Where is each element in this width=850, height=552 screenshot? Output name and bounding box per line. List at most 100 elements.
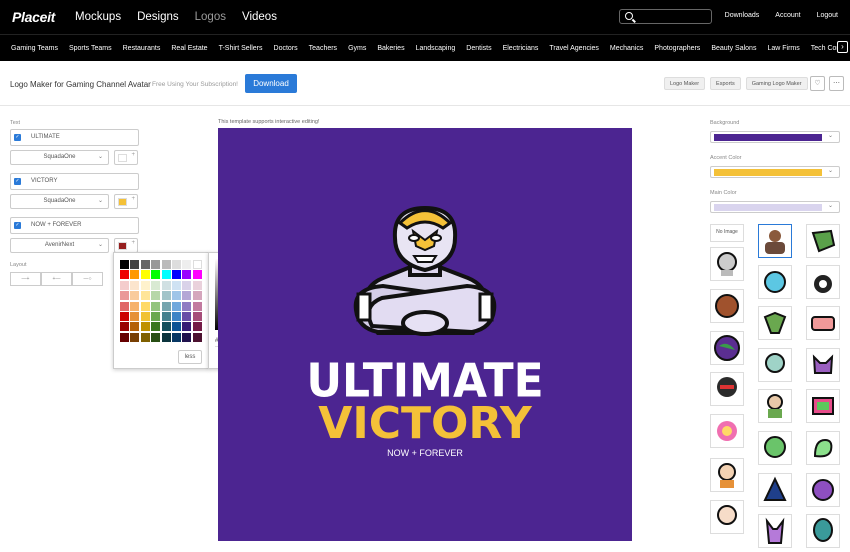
palette-swatch[interactable] <box>192 301 202 311</box>
category-link[interactable]: Mechanics <box>610 45 643 52</box>
mascot-thumbnail[interactable] <box>806 431 840 465</box>
mascot-thumbnail[interactable] <box>758 224 792 258</box>
category-link[interactable]: Gaming Teams <box>11 45 58 52</box>
category-link[interactable]: Photographers <box>654 45 700 52</box>
palette-swatch[interactable] <box>192 311 202 321</box>
mascot-thumbnail[interactable] <box>710 458 744 492</box>
tag-link[interactable]: Logo Maker <box>664 77 706 90</box>
mascot-thumbnail[interactable] <box>710 289 744 323</box>
mascot-thumbnail[interactable] <box>758 389 792 423</box>
palette-swatch[interactable] <box>182 270 192 280</box>
palette-swatch[interactable] <box>192 260 202 269</box>
palette-swatch[interactable] <box>161 260 171 269</box>
mascot-thumbnail[interactable] <box>758 514 792 548</box>
palette-swatch[interactable] <box>130 311 140 321</box>
palette-swatch[interactable] <box>171 301 181 311</box>
share-button[interactable]: ⋯ <box>829 76 844 91</box>
palette-swatch[interactable] <box>171 322 181 332</box>
palette-swatch[interactable] <box>140 301 150 311</box>
favorite-button[interactable]: ♡ <box>810 76 825 91</box>
palette-swatch[interactable] <box>140 311 150 321</box>
checkbox-icon[interactable]: ✓ <box>14 178 21 185</box>
palette-swatch[interactable] <box>182 332 192 342</box>
palette-swatch[interactable] <box>161 291 171 301</box>
font-select-1[interactable]: SquadaOne ⌄ <box>10 150 109 165</box>
font-select-3[interactable]: AvenirNext ⌄ <box>10 238 109 253</box>
category-link[interactable]: Landscaping <box>416 45 456 52</box>
category-link[interactable]: Real Estate <box>171 45 207 52</box>
palette-swatch[interactable] <box>171 291 181 301</box>
palette-swatch[interactable] <box>192 270 202 280</box>
category-link[interactable]: Travel Agencies <box>549 45 599 52</box>
mascot-thumbnail[interactable] <box>758 265 792 299</box>
palette-swatch[interactable] <box>182 301 192 311</box>
mascot-thumbnail[interactable] <box>710 414 744 448</box>
download-button[interactable]: Download <box>245 74 297 93</box>
palette-swatch[interactable] <box>140 270 150 280</box>
mascot-thumbnail[interactable] <box>758 473 792 507</box>
palette-swatch[interactable] <box>140 260 150 269</box>
palette-swatch[interactable] <box>120 270 129 280</box>
palette-swatch[interactable] <box>151 311 161 321</box>
palette-swatch[interactable] <box>192 280 202 290</box>
text-line-1-input[interactable]: ✓ ULTIMATE <box>10 129 139 146</box>
nav-mockups[interactable]: Mockups <box>75 11 121 23</box>
mascot-thumbnail[interactable] <box>806 473 840 507</box>
palette-swatch[interactable] <box>130 280 140 290</box>
palette-swatch[interactable] <box>130 291 140 301</box>
category-link[interactable]: T-Shirt Sellers <box>219 45 263 52</box>
checkbox-icon[interactable]: ✓ <box>14 222 21 229</box>
palette-swatch[interactable] <box>161 301 171 311</box>
tag-link[interactable]: Esports <box>710 77 741 90</box>
mascot-thumbnail[interactable] <box>806 224 840 258</box>
color-swatch-1[interactable]: + <box>114 150 138 165</box>
palette-swatch[interactable] <box>192 322 202 332</box>
category-link[interactable]: Gyms <box>348 45 366 52</box>
palette-swatch[interactable] <box>182 291 192 301</box>
category-link[interactable]: Dentists <box>466 45 491 52</box>
palette-swatch[interactable] <box>130 301 140 311</box>
palette-swatch[interactable] <box>140 280 150 290</box>
palette-swatch[interactable] <box>140 322 150 332</box>
layout-right-button[interactable]: —○ <box>72 272 103 286</box>
mascot-thumbnail[interactable] <box>758 306 792 340</box>
palette-swatch[interactable] <box>151 322 161 332</box>
layout-left-button[interactable]: —+ <box>10 272 41 286</box>
palette-swatch[interactable] <box>171 260 181 269</box>
palette-swatch[interactable] <box>161 280 171 290</box>
palette-swatch[interactable] <box>161 311 171 321</box>
text-line-2-input[interactable]: ✓ VICTORY <box>10 173 139 190</box>
mascot-thumbnail[interactable] <box>710 247 744 281</box>
palette-swatch[interactable] <box>171 332 181 342</box>
layout-center-button[interactable]: +— <box>41 272 72 286</box>
palette-swatch[interactable] <box>171 280 181 290</box>
category-link[interactable]: Sports Teams <box>69 45 112 52</box>
font-select-2[interactable]: SquadaOne ⌄ <box>10 194 109 209</box>
search-input[interactable] <box>619 9 712 24</box>
palette-swatch[interactable] <box>130 270 140 280</box>
no-image-option[interactable]: No Image <box>710 224 744 242</box>
category-link[interactable]: Law Firms <box>767 45 799 52</box>
palette-swatch[interactable] <box>182 311 192 321</box>
mascot-thumbnail[interactable] <box>806 348 840 382</box>
palette-swatch[interactable] <box>182 322 192 332</box>
palette-swatch[interactable] <box>192 291 202 301</box>
palette-swatch[interactable] <box>120 260 129 269</box>
palette-swatch[interactable] <box>171 311 181 321</box>
palette-swatch[interactable] <box>151 301 161 311</box>
palette-swatch[interactable] <box>120 280 129 290</box>
less-button[interactable]: less <box>178 350 202 364</box>
palette-swatch[interactable] <box>151 260 161 269</box>
palette-swatch[interactable] <box>140 332 150 342</box>
mascot-thumbnail[interactable] <box>710 500 744 534</box>
palette-swatch[interactable] <box>130 332 140 342</box>
color-swatch-3[interactable]: + <box>114 238 138 253</box>
category-link[interactable]: Doctors <box>274 45 298 52</box>
color-swatch-2[interactable]: + <box>114 194 138 209</box>
mascot-thumbnail[interactable] <box>806 265 840 299</box>
tag-link[interactable]: Gaming Logo Maker <box>745 77 808 90</box>
palette-swatch[interactable] <box>171 270 181 280</box>
palette-swatch[interactable] <box>161 270 171 280</box>
category-link[interactable]: Teachers <box>309 45 337 52</box>
mascot-thumbnail[interactable] <box>806 514 840 548</box>
